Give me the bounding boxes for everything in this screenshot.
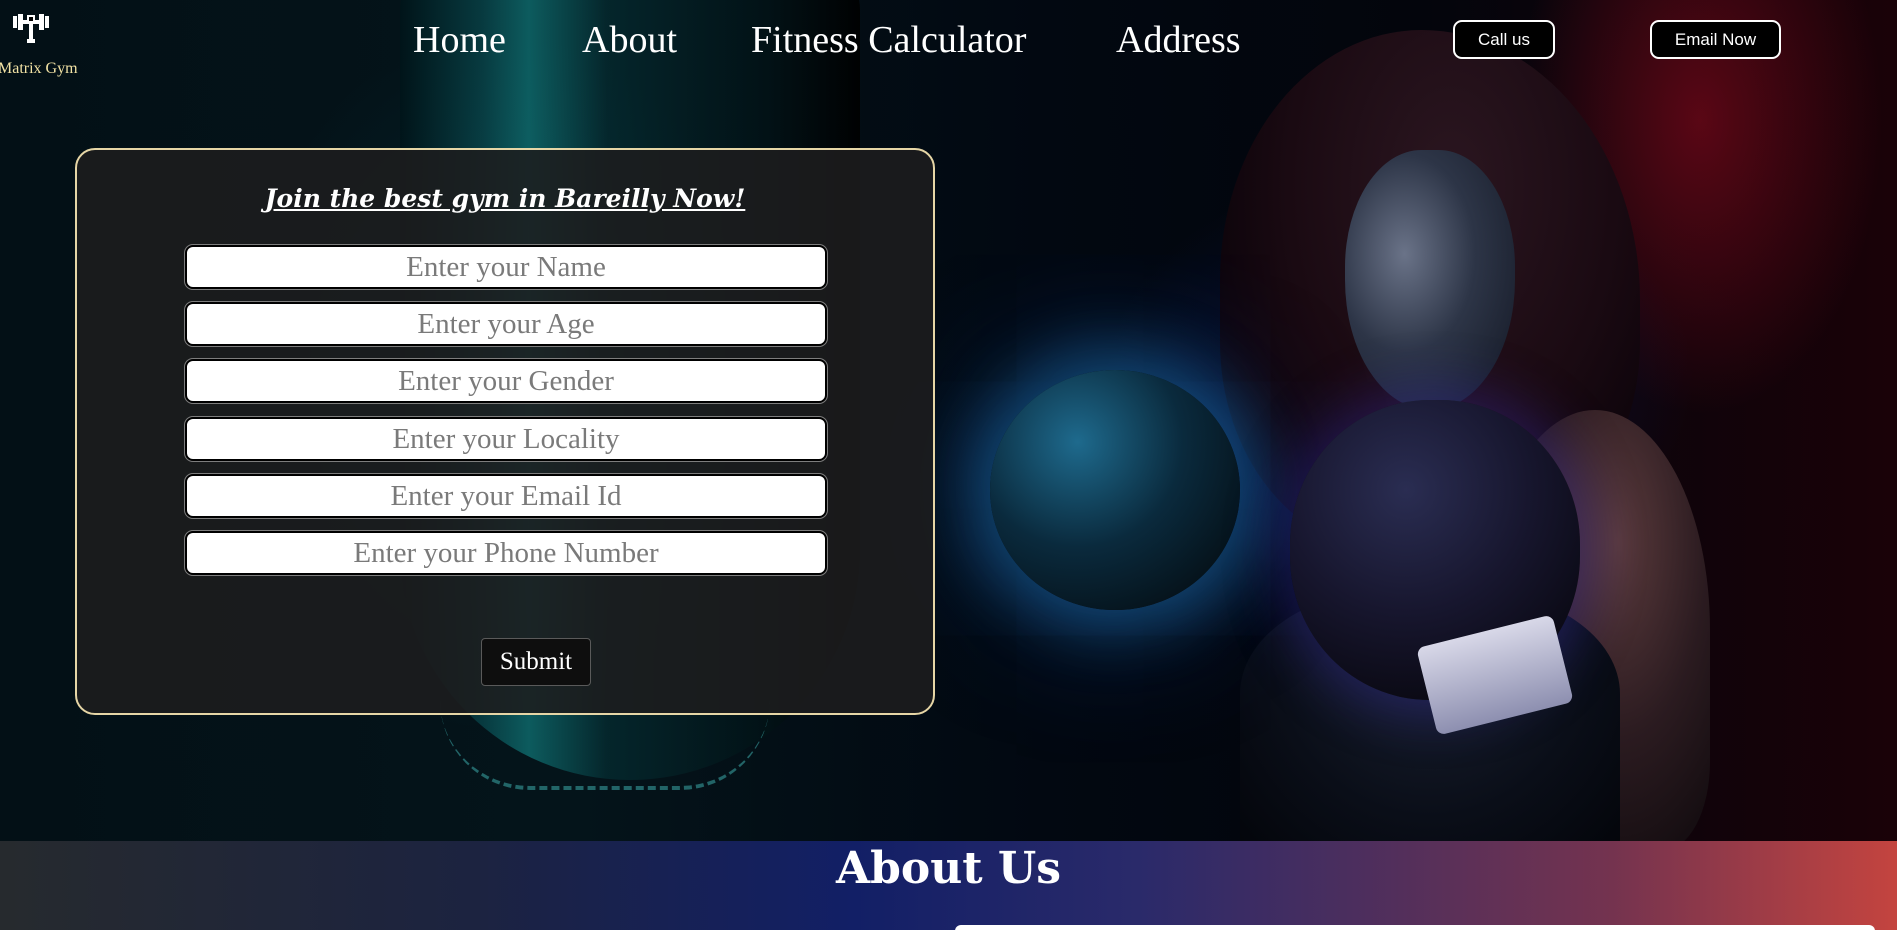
- nav-fitness-calculator[interactable]: Fitness Calculator: [751, 18, 1026, 62]
- email-input[interactable]: [185, 474, 827, 518]
- dumbbell-icon: [13, 14, 49, 43]
- call-us-button[interactable]: Call us: [1453, 20, 1555, 59]
- email-now-button[interactable]: Email Now: [1650, 20, 1781, 59]
- about-section: About Us: [0, 841, 1897, 930]
- nav-address[interactable]: Address: [1116, 18, 1241, 62]
- nav-home[interactable]: Home: [413, 18, 506, 62]
- phone-input[interactable]: [185, 531, 827, 575]
- name-input[interactable]: [185, 245, 827, 289]
- form-title: Join the best gym in Bareilly Now!: [264, 184, 746, 213]
- locality-input[interactable]: [185, 417, 827, 461]
- about-content-box: [955, 925, 1875, 930]
- join-form-card: Join the best gym in Bareilly Now! Submi…: [75, 148, 935, 715]
- nav-about[interactable]: About: [582, 18, 677, 62]
- brand-name: Matrix Gym: [0, 60, 78, 77]
- gender-input[interactable]: [185, 359, 827, 403]
- boxing-glove-left: [990, 370, 1240, 610]
- brand-logo[interactable]: Matrix Gym: [0, 10, 100, 78]
- submit-button[interactable]: Submit: [481, 638, 591, 686]
- boxer-image: [990, 30, 1740, 841]
- about-title: About Us: [835, 843, 1062, 894]
- age-input[interactable]: [185, 302, 827, 346]
